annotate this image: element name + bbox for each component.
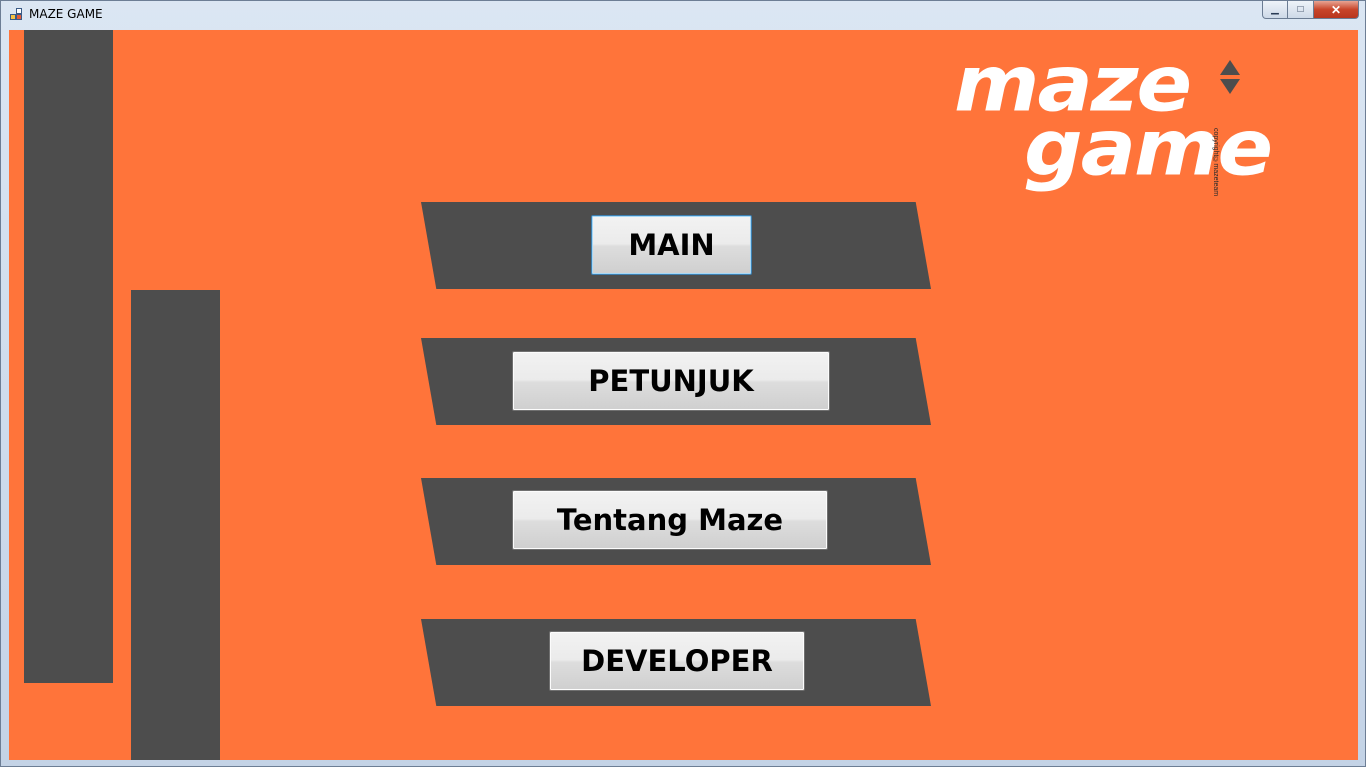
- maximize-button[interactable]: □: [1288, 1, 1314, 19]
- close-icon: ✕: [1330, 2, 1342, 17]
- window-title: MAZE GAME: [29, 7, 103, 21]
- decorative-bar-inner: [131, 290, 220, 760]
- app-window: MAZE GAME ▁ □ ✕ maze game copyright©maze…: [0, 0, 1366, 767]
- minimize-icon: ▁: [1271, 4, 1279, 15]
- close-button[interactable]: ✕: [1314, 1, 1359, 19]
- menu-plate-petunjuk: PETUNJUK: [421, 338, 931, 425]
- petunjuk-button[interactable]: PETUNJUK: [512, 351, 830, 411]
- menu-plate-developer: DEVELOPER: [421, 619, 931, 706]
- maze-game-logo: maze game copyright©mazeteam: [954, 46, 1274, 197]
- menu-plate-main: MAIN: [421, 202, 931, 289]
- developer-button[interactable]: DEVELOPER: [549, 631, 805, 691]
- window-controls: ▁ □ ✕: [1262, 1, 1359, 21]
- logo-copyright: copyright©mazeteam: [1212, 128, 1219, 197]
- decorative-bar-left: [24, 30, 113, 683]
- up-down-arrows-icon: [1220, 60, 1240, 94]
- menu-plate-tentang: Tentang Maze: [421, 478, 931, 565]
- logo-line-game: game: [1024, 103, 1273, 194]
- title-bar[interactable]: MAZE GAME ▁ □ ✕: [1, 1, 1365, 29]
- minimize-button[interactable]: ▁: [1262, 1, 1288, 19]
- app-icon: [10, 8, 23, 21]
- tentang-maze-button[interactable]: Tentang Maze: [512, 490, 828, 550]
- main-button[interactable]: MAIN: [591, 215, 752, 275]
- maximize-icon: □: [1297, 4, 1304, 15]
- main-panel: maze game copyright©mazeteam MAIN PETUNJ…: [9, 30, 1358, 760]
